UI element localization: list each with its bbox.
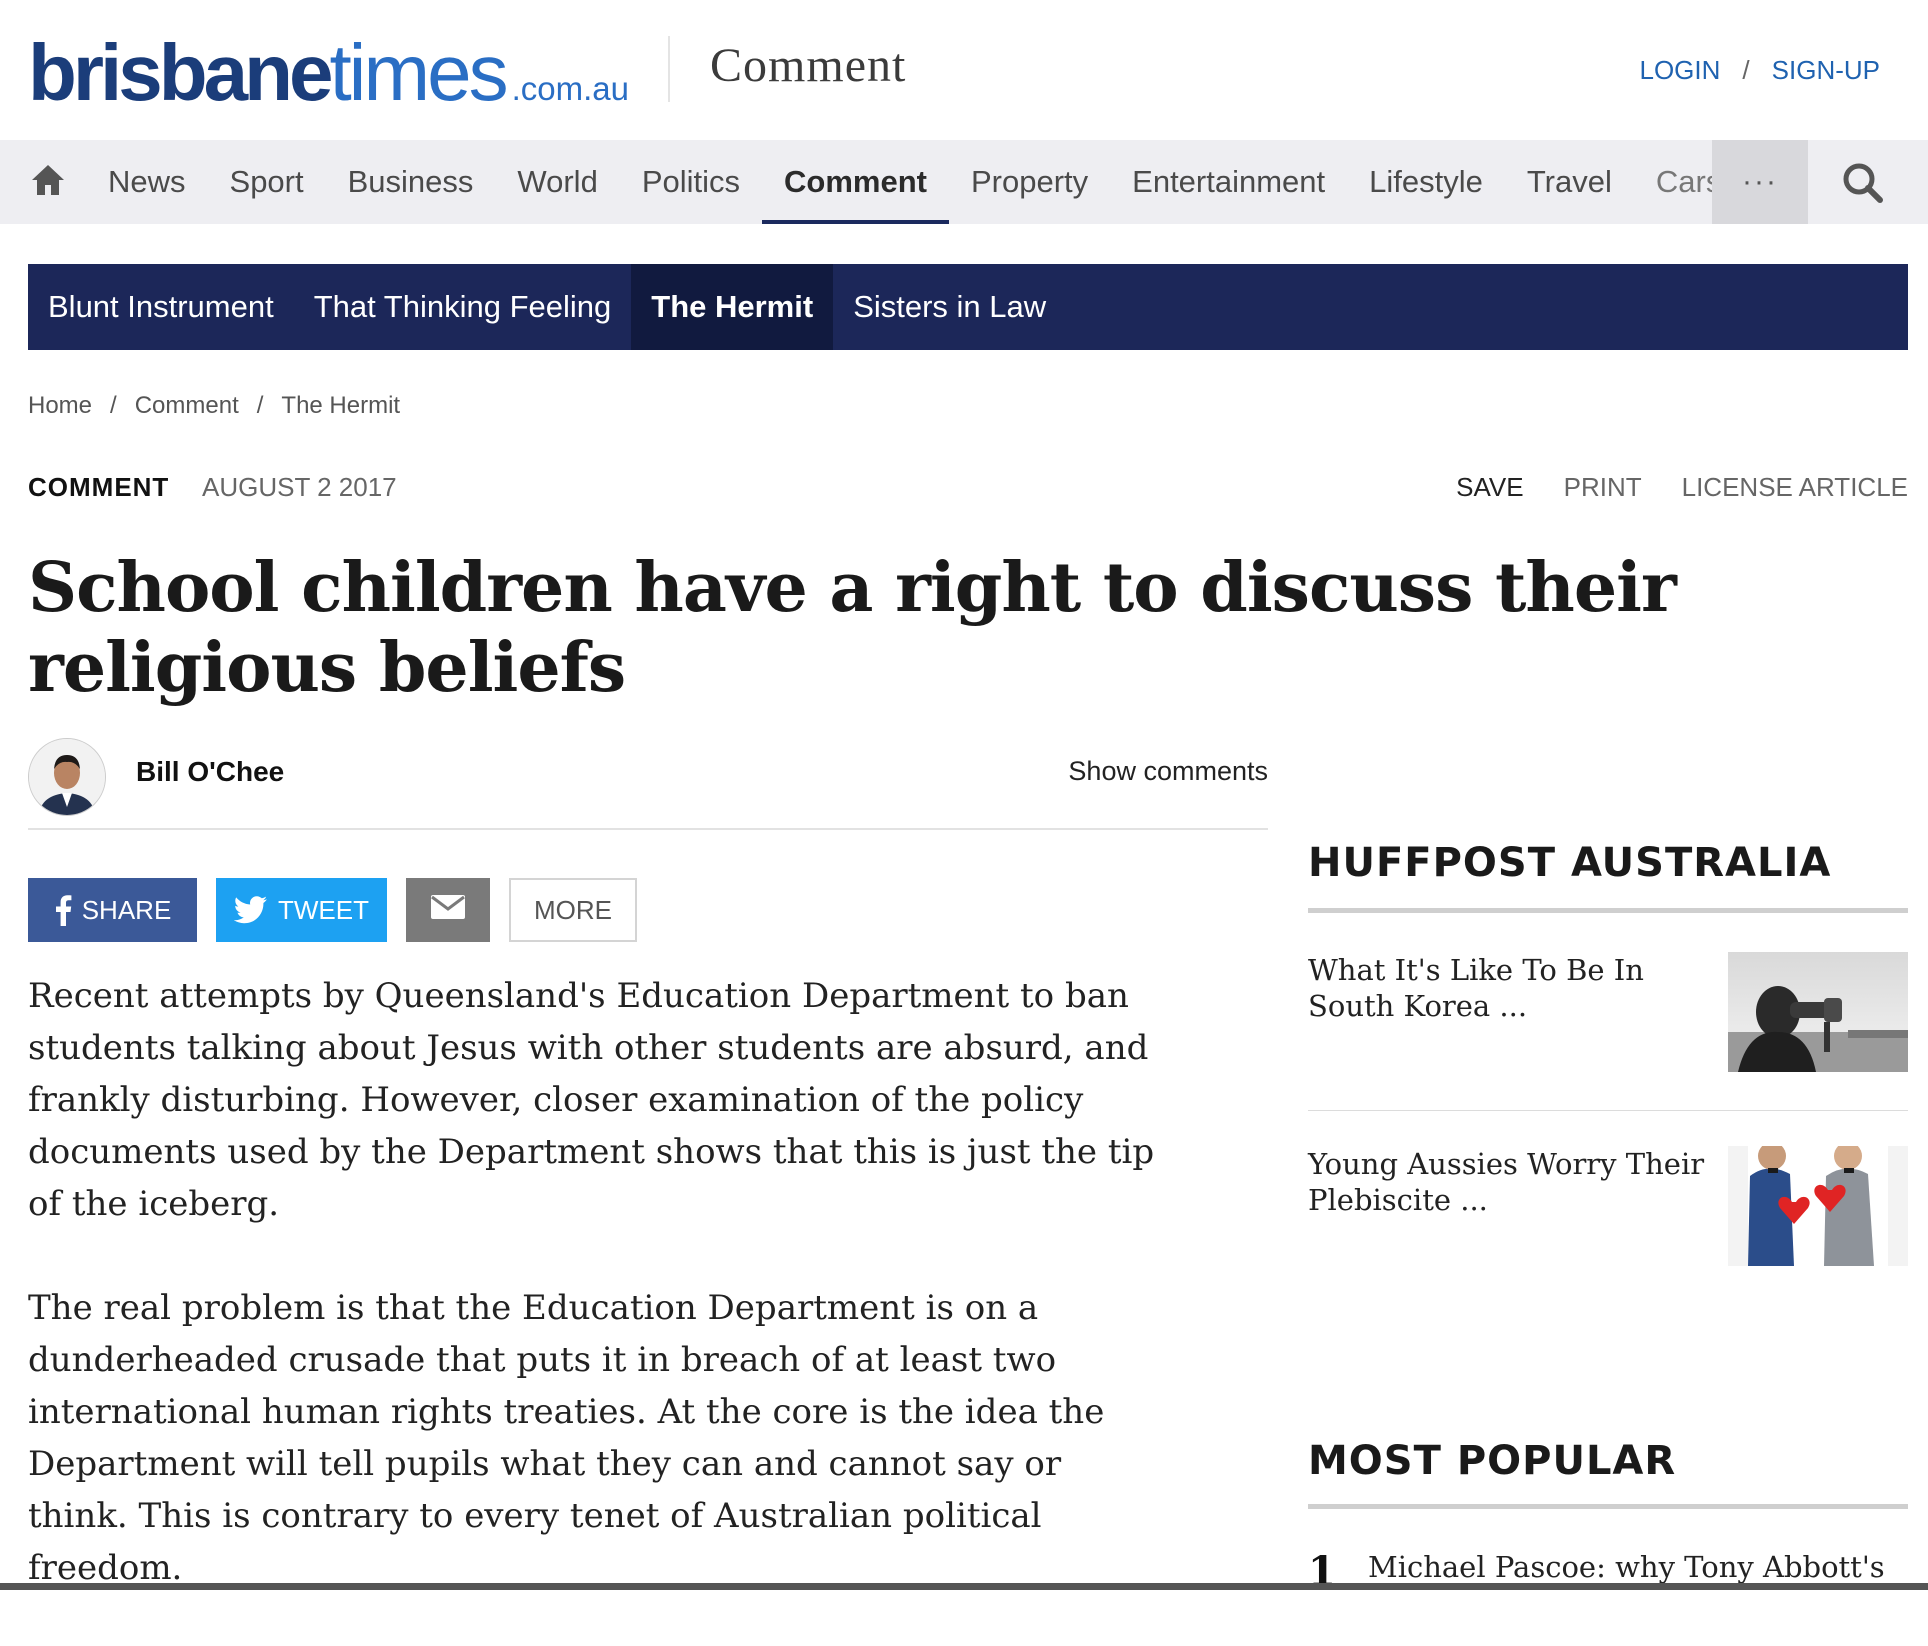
huffpost-item-thumbnail <box>1728 1146 1908 1266</box>
window-bottom-edge <box>0 1583 1928 1590</box>
license-article-button[interactable]: LICENSE ARTICLE <box>1682 472 1908 503</box>
huffpost-heading: HUFFPOST AUSTRALIA <box>1308 840 1832 886</box>
nav-more-button[interactable]: ··· <box>1712 140 1808 224</box>
email-share-button[interactable] <box>406 878 490 942</box>
breadcrumb-separator: / <box>256 392 264 419</box>
subnav-item-sisters-in-law[interactable]: Sisters in Law <box>833 264 1066 350</box>
nav-item-politics[interactable]: Politics <box>620 140 762 224</box>
logo-times-text: times <box>329 28 508 117</box>
facebook-share-button[interactable]: SHARE <box>28 878 197 942</box>
subnav-item-blunt-instrument[interactable]: Blunt Instrument <box>28 264 294 350</box>
header-divider <box>668 36 670 102</box>
auth-separator: / <box>1742 55 1750 85</box>
author-name[interactable]: Bill O'Chee <box>136 756 284 788</box>
nav-item-business[interactable]: Business <box>326 140 496 224</box>
huffpost-item-title: What It's Like To Be In South Korea ... <box>1308 953 1644 1023</box>
nav-item-property[interactable]: Property <box>949 140 1110 224</box>
main-nav: News Sport Business World Politics Comme… <box>0 140 1928 224</box>
byline: Bill O'Chee Show comments <box>28 738 1268 830</box>
subnav-item-that-thinking-feeling[interactable]: That Thinking Feeling <box>294 264 632 350</box>
signup-link[interactable]: SIGN-UP <box>1772 55 1880 86</box>
huffpost-item-title: Young Aussies Worry Their Plebiscite ... <box>1308 1147 1705 1217</box>
nav-item-lifestyle[interactable]: Lifestyle <box>1347 140 1505 224</box>
huffpost-item-separator <box>1308 1110 1908 1111</box>
nav-item-world[interactable]: World <box>495 140 619 224</box>
home-icon[interactable] <box>30 162 66 198</box>
nav-item-entertainment[interactable]: Entertainment <box>1110 140 1347 224</box>
nav-item-sport[interactable]: Sport <box>208 140 326 224</box>
author-avatar[interactable] <box>28 738 106 816</box>
breadcrumb-the-hermit[interactable]: The Hermit <box>281 392 400 420</box>
facebook-icon <box>54 894 72 926</box>
share-buttons: SHARE TWEET MORE <box>28 878 637 942</box>
twitter-bird-icon <box>234 896 268 924</box>
more-share-button[interactable]: MORE <box>509 878 637 942</box>
section-subnav: Blunt Instrument That Thinking Feeling T… <box>28 264 1908 350</box>
most-popular-heading-rule <box>1308 1504 1908 1509</box>
article-headline: School children have a right to discuss … <box>28 548 1677 708</box>
article-paragraph: Recent attempts by Queensland's Educatio… <box>28 976 1155 1224</box>
section-title: Comment <box>710 39 907 92</box>
popular-item-link[interactable]: Michael Pascoe: why Tony Abbott's <box>1368 1550 1885 1584</box>
huffpost-heading-rule <box>1308 908 1908 913</box>
huffpost-item-thumbnail <box>1728 952 1908 1072</box>
subnav-item-the-hermit[interactable]: The Hermit <box>631 264 834 350</box>
breadcrumb-separator: / <box>110 392 117 419</box>
show-comments-button[interactable]: Show comments <box>1068 756 1268 787</box>
twitter-tweet-button[interactable]: TWEET <box>216 878 387 942</box>
breadcrumb-home[interactable]: Home <box>28 392 92 420</box>
article-category-tag: COMMENT <box>28 472 170 502</box>
login-link[interactable]: LOGIN <box>1640 55 1721 86</box>
envelope-icon <box>430 894 466 927</box>
breadcrumb: Home / Comment / The Hermit <box>28 392 400 420</box>
logo-domain-text: .com.au <box>511 70 629 107</box>
site-logo[interactable]: brisbane times .com.au <box>28 28 629 118</box>
article-meta: COMMENT AUGUST 2 2017 SAVE PRINT LICENSE… <box>28 472 1908 508</box>
breadcrumb-comment[interactable]: Comment <box>135 392 239 420</box>
nav-item-comment[interactable]: Comment <box>762 140 949 224</box>
auth-links: LOGIN / SIGN-UP <box>1640 55 1881 86</box>
nav-item-news[interactable]: News <box>86 140 208 224</box>
article-actions: SAVE PRINT LICENSE ARTICLE <box>1456 472 1908 503</box>
twitter-tweet-label: TWEET <box>278 894 369 925</box>
print-button[interactable]: PRINT <box>1564 472 1642 503</box>
logo-brisbane-text: brisbane <box>28 28 333 117</box>
article-body: Recent attempts by Queensland's Educatio… <box>28 970 1168 1646</box>
article-paragraph: The real problem is that the Education D… <box>28 1288 1105 1588</box>
site-header: brisbane times .com.au Comment LOGIN / S… <box>0 0 1928 140</box>
nav-item-travel[interactable]: Travel <box>1505 140 1634 224</box>
search-icon[interactable] <box>1840 160 1886 206</box>
facebook-share-label: SHARE <box>81 894 172 925</box>
save-button[interactable]: SAVE <box>1456 472 1523 503</box>
most-popular-heading: MOST POPULAR <box>1308 1438 1677 1484</box>
main-nav-items: News Sport Business World Politics Comme… <box>86 140 1743 224</box>
article-date: AUGUST 2 2017 <box>202 472 397 502</box>
